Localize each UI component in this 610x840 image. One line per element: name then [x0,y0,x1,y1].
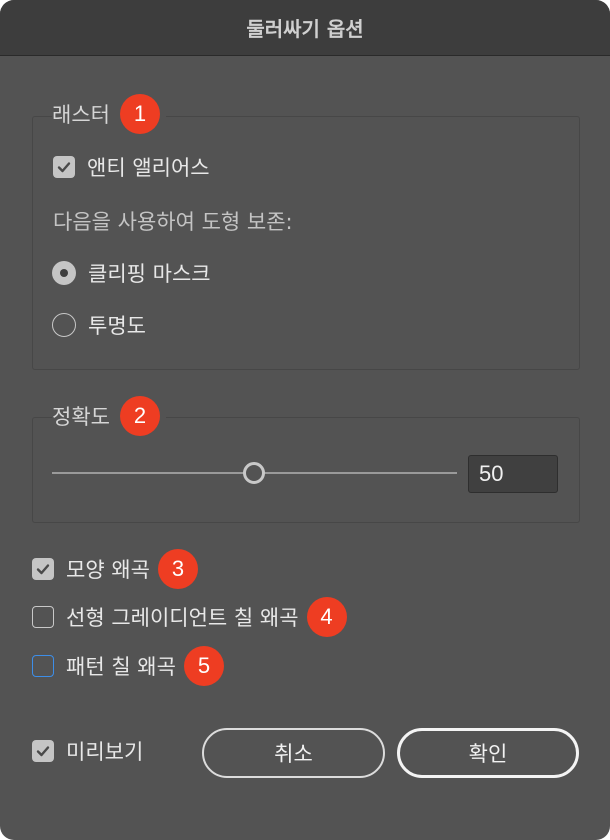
radio-unselected-icon [52,313,76,337]
dialog-title: 둘러싸기 옵션 [0,0,610,56]
distort-linear-gradient-checkbox[interactable]: 선형 그레이디언트 칠 왜곡 4 [32,597,347,637]
radio-transparency[interactable]: 투명도 [52,311,146,339]
envelope-options-dialog: 둘러싸기 옵션 래스터 1 앤티 앨리어스 다음을 사용하여 도형 보존: 클리… [0,0,610,840]
preview-label: 미리보기 [66,740,144,764]
annotation-badge-3: 3 [157,549,198,589]
radio-selected-icon [52,261,76,285]
raster-legend: 래스터 1 [52,94,166,134]
antialias-checkbox[interactable]: 앤티 앨리어스 [53,153,210,181]
preserve-shapes-label: 다음을 사용하여 도형 보존: [53,210,293,234]
fidelity-legend: 정확도 2 [52,396,166,436]
annotation-badge-5: 5 [183,646,224,686]
fidelity-slider-thumb[interactable] [243,462,265,484]
distort-linear-gradient-label: 선형 그레이디언트 칠 왜곡 [66,606,299,630]
raster-legend-label: 래스터 [52,103,110,127]
preview-checkbox[interactable]: 미리보기 [32,736,143,766]
checkmark-icon [53,156,75,178]
checkbox-empty-icon [32,606,54,628]
fidelity-value-input[interactable]: 50 [468,455,558,493]
radio-clipping-mask-label: 클리핑 마스크 [88,262,211,286]
checkbox-focused-icon [32,655,54,677]
fidelity-legend-label: 정확도 [52,405,110,429]
cancel-button[interactable]: 취소 [202,728,385,778]
antialias-label: 앤티 앨리어스 [87,156,210,180]
checkmark-icon [32,740,54,762]
distort-pattern-label: 패턴 칠 왜곡 [66,655,176,679]
checkmark-icon [32,558,54,580]
annotation-badge-2: 2 [119,396,160,436]
radio-clipping-mask[interactable]: 클리핑 마스크 [52,259,211,287]
annotation-badge-4: 4 [306,597,347,637]
ok-button[interactable]: 확인 [397,728,579,778]
distort-appearance-label: 모양 왜곡 [66,558,150,582]
annotation-badge-1: 1 [119,94,160,134]
radio-transparency-label: 투명도 [88,314,146,338]
distort-appearance-checkbox[interactable]: 모양 왜곡 3 [32,549,198,589]
distort-pattern-checkbox[interactable]: 패턴 칠 왜곡 5 [32,646,224,686]
